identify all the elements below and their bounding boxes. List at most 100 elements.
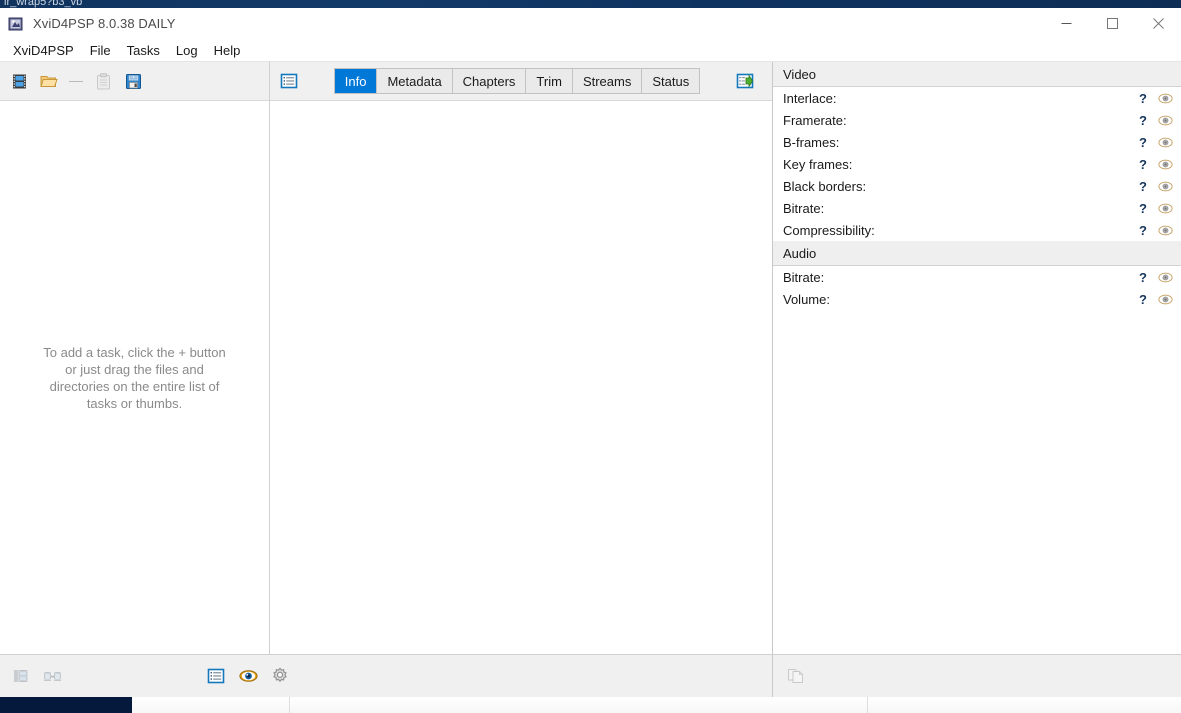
info-value: ? — [1139, 90, 1147, 106]
tab-chapters[interactable]: Chapters — [452, 69, 527, 93]
background-window-titlebar: ir_wrap5?b3_vb — [0, 0, 1181, 8]
chain-frames-button[interactable] — [39, 663, 65, 689]
tab-status[interactable]: Status — [642, 69, 700, 93]
main-content: To add a task, click the + button or jus… — [0, 61, 1181, 654]
info-label: Bitrate: — [783, 269, 825, 285]
info-row[interactable]: Volume: ? — [773, 288, 1181, 310]
app-icon — [8, 16, 24, 32]
window-title: XviD4PSP 8.0.38 DAILY — [33, 16, 176, 31]
paste-button[interactable] — [90, 68, 116, 94]
list-view-button[interactable] — [276, 69, 302, 93]
info-value: ? — [1139, 156, 1147, 172]
menu-tasks[interactable]: Tasks — [119, 41, 168, 60]
window-titlebar: XviD4PSP 8.0.38 DAILY — [0, 8, 1181, 39]
preview-toggle-button[interactable] — [235, 663, 261, 689]
info-label: Bitrate: — [783, 200, 825, 216]
gear-icon — [271, 667, 289, 685]
list-view-icon — [207, 667, 225, 685]
settings-button[interactable] — [267, 663, 293, 689]
menubar: XviD4PSP File Tasks Log Help — [0, 39, 1181, 61]
eye-icon[interactable] — [1157, 91, 1173, 105]
eye-icon[interactable] — [1157, 201, 1173, 215]
task-list-pane: To add a task, click the + button or jus… — [0, 62, 270, 654]
info-label: Framerate: — [783, 112, 847, 128]
list-view-icon — [280, 72, 298, 90]
info-label: Interlace: — [783, 90, 837, 106]
info-row[interactable]: Bitrate: ? — [773, 197, 1181, 219]
eye-icon[interactable] — [1157, 179, 1173, 193]
film-strip-icon — [11, 73, 28, 90]
save-button[interactable] — [120, 68, 146, 94]
info-label: Key frames: — [783, 156, 853, 172]
group-header-audio: Audio — [773, 241, 1181, 266]
film-stack-icon — [13, 668, 30, 684]
clipboard-icon — [96, 72, 111, 90]
preview-pane: Info Metadata Chapters Trim Streams Stat… — [270, 62, 773, 654]
task-list-area[interactable]: To add a task, click the + button or jus… — [0, 101, 269, 654]
eye-icon[interactable] — [1157, 135, 1173, 149]
tab-trim[interactable]: Trim — [526, 69, 573, 93]
thumbs-view-button[interactable] — [8, 663, 34, 689]
info-value: ? — [1139, 134, 1147, 150]
info-row[interactable]: B-frames: ? — [773, 131, 1181, 153]
info-row[interactable]: Black borders: ? — [773, 175, 1181, 197]
list-toggle-button[interactable] — [203, 663, 229, 689]
info-value: ? — [1139, 222, 1147, 238]
eye-icon[interactable] — [1157, 113, 1173, 127]
info-row[interactable]: Framerate: ? — [773, 109, 1181, 131]
info-value: ? — [1139, 200, 1147, 216]
tab-metadata[interactable]: Metadata — [377, 69, 453, 93]
copy-pages-icon — [787, 667, 805, 685]
eye-icon[interactable] — [1157, 292, 1173, 306]
info-value: ? — [1139, 112, 1147, 128]
group-header-video: Video — [773, 62, 1181, 87]
tabbar: Info Metadata Chapters Trim Streams Stat… — [270, 62, 772, 101]
menu-help[interactable]: Help — [206, 41, 249, 60]
folder-open-icon — [40, 73, 58, 89]
film-chain-icon — [43, 669, 62, 684]
open-folder-button[interactable] — [36, 68, 62, 94]
menu-file[interactable]: File — [82, 41, 119, 60]
info-value: ? — [1139, 269, 1147, 285]
info-value: ? — [1139, 178, 1147, 194]
tab-info[interactable]: Info — [334, 69, 378, 93]
preview-area[interactable] — [270, 101, 772, 654]
statusbar-right — [773, 655, 1181, 697]
eye-icon[interactable] — [1157, 223, 1173, 237]
background-window-title: ir_wrap5?b3_vb — [4, 0, 83, 8]
info-row[interactable]: Key frames: ? — [773, 153, 1181, 175]
eye-icon[interactable] — [1157, 270, 1173, 284]
floppy-save-icon — [125, 73, 142, 90]
task-toolbar — [0, 62, 269, 101]
menu-log[interactable]: Log — [168, 41, 206, 60]
info-label: Black borders: — [783, 178, 867, 194]
toolbar-separator — [69, 80, 83, 82]
tab-streams[interactable]: Streams — [572, 69, 643, 93]
info-label: B-frames: — [783, 134, 840, 150]
close-button[interactable] — [1135, 8, 1181, 39]
menu-xvid4psp[interactable]: XviD4PSP — [5, 41, 82, 60]
add-video-button[interactable] — [6, 68, 32, 94]
info-label: Compressibility: — [783, 222, 875, 238]
empty-task-hint: To add a task, click the + button or jus… — [43, 344, 226, 411]
info-row[interactable]: Bitrate: ? — [773, 266, 1181, 288]
xvid4psp-window: XviD4PSP 8.0.38 DAILY XviD4PSP File Task… — [0, 8, 1181, 697]
statusbar-center — [207, 655, 773, 697]
background-taskbar — [0, 695, 132, 713]
export-button[interactable] — [732, 69, 758, 93]
copy-settings-button[interactable] — [783, 663, 809, 689]
window-controls — [1043, 8, 1181, 39]
info-value: ? — [1139, 291, 1147, 307]
eye-icon — [238, 669, 258, 683]
info-row[interactable]: Interlace: ? — [773, 87, 1181, 109]
info-label: Volume: — [783, 291, 830, 307]
info-tabs: Info Metadata Chapters Trim Streams Stat… — [333, 68, 701, 94]
eye-icon[interactable] — [1157, 157, 1173, 171]
info-row[interactable]: Compressibility: ? — [773, 219, 1181, 241]
export-arrow-icon — [736, 72, 754, 90]
maximize-button[interactable] — [1089, 8, 1135, 39]
statusbar — [0, 654, 1181, 697]
minimize-button[interactable] — [1043, 8, 1089, 39]
info-pane: Video Interlace: ? Framerate: ? B-frames… — [773, 62, 1181, 654]
background-desktop — [132, 697, 1181, 713]
